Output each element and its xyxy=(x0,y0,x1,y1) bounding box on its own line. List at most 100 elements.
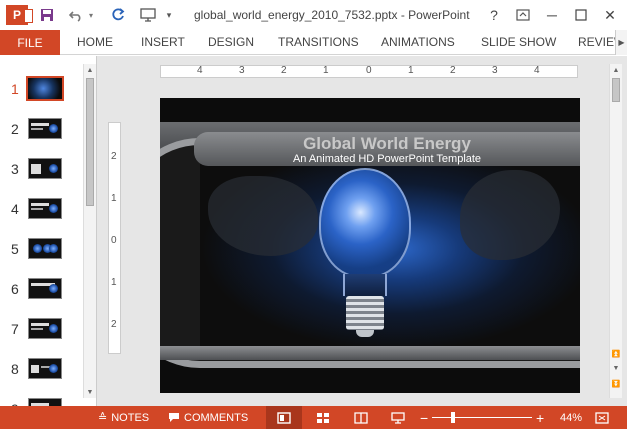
slide-thumbnail-7[interactable]: 7 xyxy=(0,316,82,342)
tab-review[interactable]: REVIEW xyxy=(578,35,615,49)
ruler-label: 1 xyxy=(111,277,117,288)
minimize-button[interactable]: ─ xyxy=(541,4,563,26)
scroll-down-icon[interactable]: ▼ xyxy=(84,386,96,398)
work-area: 1 2 3 4 5 6 7 8 ▲ ▼ 4 3 2 1 0 1 2 3 4 2 … xyxy=(0,56,627,406)
normal-view-button[interactable] xyxy=(266,406,302,429)
zoom-out-button[interactable]: − xyxy=(420,406,428,429)
ruler-label: 2 xyxy=(281,65,287,76)
ribbon-display-options-icon[interactable] xyxy=(512,4,534,26)
reading-view-icon xyxy=(354,411,368,424)
scrollbar-thumb[interactable] xyxy=(612,78,620,102)
slide-number: 7 xyxy=(11,321,19,337)
ruler-label: 1 xyxy=(111,193,117,204)
window-title: global_world_energy_2010_7532.pptx - Pow… xyxy=(194,8,470,22)
previous-slide-icon[interactable]: ⏫ xyxy=(610,348,622,360)
zoom-slider-track[interactable] xyxy=(432,417,532,418)
slide-number: 3 xyxy=(11,161,19,177)
slide-subtitle[interactable]: An Animated HD PowerPoint Template xyxy=(194,153,580,165)
status-bar: ≙ NOTES COMMENTS − + 44% xyxy=(0,406,627,429)
slide-thumbnail-8[interactable]: 8 xyxy=(0,356,82,382)
comments-icon xyxy=(169,413,179,422)
slide-thumbnail-image xyxy=(28,198,62,219)
tab-design[interactable]: DESIGN xyxy=(208,35,254,49)
light-bulb-base xyxy=(346,296,384,330)
zoom-slider-handle[interactable] xyxy=(451,412,455,423)
redo-icon[interactable] xyxy=(108,6,128,24)
slide-thumbnail-5[interactable]: 5 xyxy=(0,236,82,262)
undo-icon[interactable] xyxy=(66,6,86,24)
slide-bottom-band xyxy=(160,346,580,360)
zoom-level[interactable]: 44% xyxy=(560,406,582,429)
notes-button[interactable]: ≙ NOTES xyxy=(98,406,149,429)
slide-thumbnail-image xyxy=(28,358,62,379)
slide-thumbnail-9[interactable]: 9 xyxy=(0,396,82,406)
scroll-up-icon[interactable]: ▲ xyxy=(84,64,96,76)
fit-slide-button[interactable] xyxy=(595,406,609,429)
help-button[interactable]: ? xyxy=(483,4,505,26)
customize-quick-access-icon[interactable]: ▾ xyxy=(162,6,176,24)
slide-thumbnail-3[interactable]: 3 xyxy=(0,156,82,182)
slide-edit-pane: 4 3 2 1 0 1 2 3 4 2 1 0 1 2 Global World… xyxy=(98,56,609,406)
slide-thumbnail-2[interactable]: 2 xyxy=(0,116,82,142)
horizontal-ruler: 4 3 2 1 0 1 2 3 4 xyxy=(160,65,578,78)
vertical-ruler: 2 1 0 1 2 xyxy=(108,122,121,354)
slide-number: 8 xyxy=(11,361,19,377)
light-bulb-neck xyxy=(343,274,387,296)
slide-thumbnail-image xyxy=(28,118,62,139)
next-slide-icon[interactable]: ⏬ xyxy=(610,378,622,390)
undo-dropdown-icon[interactable]: ▾ xyxy=(86,6,96,24)
ruler-label: 1 xyxy=(408,65,414,76)
ruler-label: 2 xyxy=(111,319,117,330)
ribbon-tabs: FILE HOME INSERT DESIGN TRANSITIONS ANIM… xyxy=(0,30,627,55)
slide-thumbnail-image xyxy=(28,398,62,406)
slide-thumbnail-image xyxy=(28,158,62,179)
tab-insert[interactable]: INSERT xyxy=(141,35,185,49)
slide-number: 5 xyxy=(11,241,19,257)
start-slideshow-icon[interactable] xyxy=(138,6,158,24)
fit-to-window-icon xyxy=(595,411,609,424)
close-button[interactable]: ✕ xyxy=(599,4,621,26)
slide-number: 6 xyxy=(11,281,19,297)
comments-label: COMMENTS xyxy=(184,411,249,424)
scroll-down-icon[interactable]: ▼ xyxy=(610,362,622,374)
slide-thumbnail-1[interactable]: 1 xyxy=(0,76,82,102)
slide-thumbnail-image xyxy=(28,318,62,339)
slide-sorter-button[interactable] xyxy=(312,406,334,429)
thumbnail-scrollbar[interactable]: ▲ ▼ xyxy=(83,64,96,398)
slide-thumbnail-6[interactable]: 6 xyxy=(0,276,82,302)
slide-thumbnail-image xyxy=(28,238,62,259)
restore-button[interactable] xyxy=(570,4,592,26)
normal-view-icon xyxy=(277,411,291,424)
ruler-label: 2 xyxy=(111,151,117,162)
slide-thumbnail-image xyxy=(26,76,64,101)
slideshow-icon xyxy=(391,411,405,424)
slide-title[interactable]: Global World Energy xyxy=(194,134,580,154)
slide-sorter-icon xyxy=(317,412,329,423)
tab-slide-show[interactable]: SLIDE SHOW xyxy=(481,35,556,49)
comments-button[interactable]: COMMENTS xyxy=(168,406,248,429)
tab-home[interactable]: HOME xyxy=(77,35,113,49)
scrollbar-thumb[interactable] xyxy=(86,78,94,206)
file-tab[interactable]: FILE xyxy=(0,30,60,55)
ruler-label: 0 xyxy=(111,235,117,246)
ribbon-scroll-right-icon[interactable]: ▶ xyxy=(615,30,627,55)
ruler-label: 1 xyxy=(323,65,329,76)
slide-thumbnail-image xyxy=(28,278,62,299)
slide-canvas[interactable]: Global World Energy An Animated HD Power… xyxy=(160,98,580,393)
ruler-label: 4 xyxy=(534,65,540,76)
slideshow-button[interactable] xyxy=(387,406,409,429)
slide-number: 2 xyxy=(11,121,19,137)
zoom-in-button[interactable]: + xyxy=(536,406,544,429)
title-bar: P ▾ ▾ global_world_energy_2010_7532.pptx… xyxy=(0,0,627,30)
notes-label: NOTES xyxy=(111,411,150,424)
tab-transitions[interactable]: TRANSITIONS xyxy=(278,35,359,49)
slide-thumbnail-pane: 1 2 3 4 5 6 7 8 ▲ ▼ xyxy=(0,56,97,406)
ruler-label: 3 xyxy=(239,65,245,76)
ruler-label: 2 xyxy=(450,65,456,76)
save-icon[interactable] xyxy=(37,6,57,24)
slide-scrollbar[interactable]: ▲ ⏫ ▼ ⏬ xyxy=(609,64,622,398)
slide-thumbnail-4[interactable]: 4 xyxy=(0,196,82,222)
scroll-up-icon[interactable]: ▲ xyxy=(610,64,622,76)
tab-animations[interactable]: ANIMATIONS xyxy=(381,35,455,49)
reading-view-button[interactable] xyxy=(350,406,372,429)
